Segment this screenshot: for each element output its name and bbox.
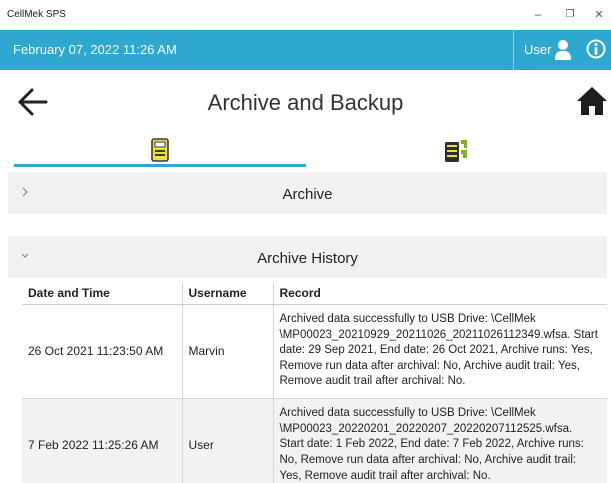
app-title: CellMek SPS xyxy=(7,9,66,20)
active-tab-indicator xyxy=(14,164,306,167)
home-icon[interactable] xyxy=(576,86,608,116)
tab-bar xyxy=(0,138,611,168)
page-title: Archive and Backup xyxy=(207,90,404,115)
cell-datetime: 26 Oct 2021 11:23:50 AM xyxy=(28,344,164,358)
restore-button[interactable]: ❐ xyxy=(559,5,581,23)
page-header: Archive and Backup xyxy=(0,70,611,138)
table-header-row: Date and Time Username Record xyxy=(22,282,607,305)
archive-history-section-header[interactable]: Archive History xyxy=(8,236,607,278)
column-header-datetime[interactable]: Date and Time xyxy=(22,282,182,305)
current-datetime: February 07, 2022 11:26 AM xyxy=(13,42,177,57)
topbar-divider xyxy=(513,30,514,70)
minimize-button[interactable]: – xyxy=(527,5,549,23)
column-header-username[interactable]: Username xyxy=(181,282,273,305)
top-status-bar: February 07, 2022 11:26 AM User xyxy=(0,30,611,70)
user-label[interactable]: User xyxy=(524,42,551,57)
backup-server-icon xyxy=(445,140,467,162)
archive-history-section-label: Archive History xyxy=(257,250,358,267)
archive-device-icon xyxy=(151,138,169,162)
close-button[interactable]: ✕ xyxy=(588,5,610,23)
user-icon[interactable] xyxy=(555,39,571,61)
archive-history-table: Date and Time Username Record 26 Oct 202… xyxy=(22,282,607,483)
table-row[interactable]: 26 Oct 2021 11:23:50 AM Marvin Archived … xyxy=(22,304,607,398)
tab-archive[interactable] xyxy=(14,138,306,166)
archive-section-label: Archive xyxy=(282,186,333,203)
cell-record: Archived data successfully to USB Drive:… xyxy=(272,304,607,398)
cell-username: Marvin xyxy=(181,304,273,398)
column-header-record[interactable]: Record xyxy=(272,282,607,305)
table-row[interactable]: 7 Feb 2022 11:25:26 AM User Archived dat… xyxy=(22,397,607,483)
cell-datetime: 7 Feb 2022 11:25:26 AM xyxy=(22,397,182,483)
archive-section-header[interactable]: Archive xyxy=(8,172,607,214)
tab-backup[interactable] xyxy=(306,138,606,166)
window-titlebar: CellMek SPS – ❐ ✕ xyxy=(0,0,611,30)
cell-username: User xyxy=(181,397,273,483)
info-icon[interactable] xyxy=(586,39,606,59)
cell-record: Archived data successfully to USB Drive:… xyxy=(272,397,607,483)
